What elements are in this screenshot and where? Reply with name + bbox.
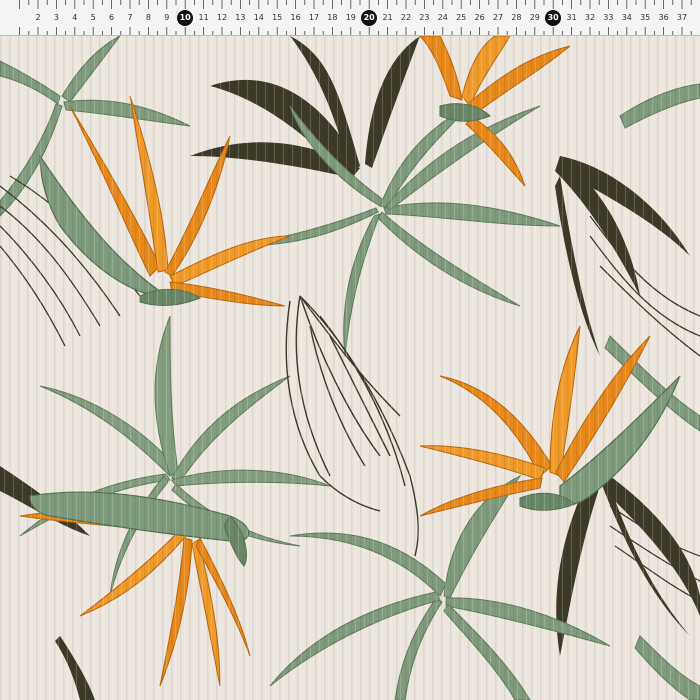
ruler-label-36: 36	[658, 13, 669, 22]
ribbed-texture-overlay	[0, 36, 700, 700]
ruler-label-15: 15	[272, 13, 283, 22]
ruler-label-24: 24	[437, 13, 448, 22]
ruler-label-29: 29	[529, 13, 540, 22]
ruler-label-23: 23	[419, 13, 430, 22]
ruler-label-28: 28	[511, 13, 522, 22]
tropical-pattern-image	[0, 36, 700, 700]
ruler-label-2: 2	[35, 13, 41, 22]
ruler-label-5: 5	[90, 13, 96, 22]
ruler-label-37: 37	[676, 13, 688, 22]
fabric-swatch-viewer: 2 3 4 5 6 7 8 9 10 11 12 13 14 15 16 17 18 19 20 21 22 23 24 25…	[0, 0, 700, 700]
ruler-label-8: 8	[145, 13, 151, 22]
ruler-label-33: 33	[603, 13, 614, 22]
ruler-label-34: 34	[621, 13, 632, 22]
ruler-label-19: 19	[345, 13, 356, 22]
ruler-label-31: 31	[566, 13, 577, 22]
ruler-label-26: 26	[474, 13, 485, 22]
ruler-label-17: 17	[308, 13, 320, 22]
tropical-print-fabric	[0, 36, 700, 700]
ruler-label-25: 25	[456, 13, 467, 22]
ruler-label-16: 16	[290, 13, 301, 22]
ruler-label-9: 9	[164, 13, 170, 22]
ruler-label-27: 27	[492, 13, 504, 22]
ruler-label-11: 11	[198, 13, 209, 22]
ruler-label-3: 3	[53, 13, 59, 22]
ruler-label-18: 18	[327, 13, 338, 22]
measurement-ruler: 2 3 4 5 6 7 8 9 10 11 12 13 14 15 16 17 18 19 20 21 22 23 24 25…	[0, 0, 700, 36]
ruler-label-7: 7	[127, 13, 133, 22]
ruler-label-6: 6	[109, 13, 115, 22]
ruler-label-12: 12	[216, 13, 228, 22]
ruler-label-13: 13	[235, 13, 246, 22]
ruler-label-14: 14	[253, 13, 264, 22]
ruler-label-21: 21	[382, 13, 393, 22]
ruler-label-32: 32	[584, 13, 596, 22]
ruler-label-4: 4	[72, 13, 78, 22]
ruler-label-22: 22	[400, 13, 412, 22]
ruler-label-35: 35	[640, 13, 651, 22]
